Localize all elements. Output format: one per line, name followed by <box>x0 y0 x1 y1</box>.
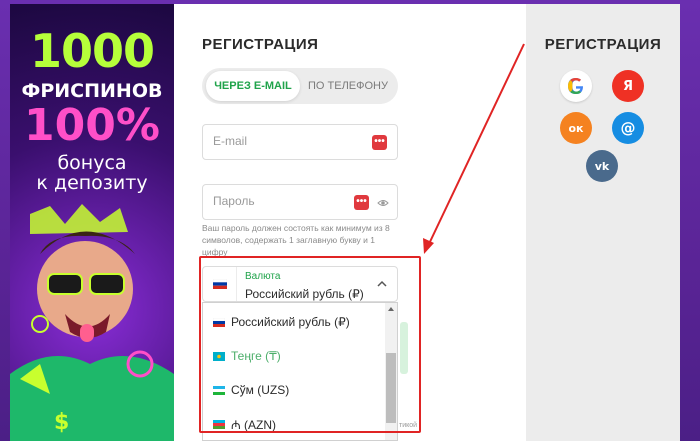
currency-select[interactable]: Валюта Российский рубль (₽) <box>202 266 398 302</box>
currency-option-label: Теңге (₸) <box>231 349 281 363</box>
currency-option-azn[interactable]: ₼ (AZN) <box>203 407 387 440</box>
az-flag-icon <box>213 419 225 429</box>
google-icon <box>568 78 583 94</box>
registration-method-tabs: ЧЕРЕЗ E-MAIL ПО ТЕЛЕФОНУ <box>202 68 398 104</box>
mail-icon: @ <box>620 119 636 137</box>
yandex-icon: Я <box>622 78 633 94</box>
mail-ru-button[interactable]: @ <box>612 112 644 144</box>
promo-bonus-percent: 100% <box>24 100 160 151</box>
currency-option-label: ₼ (AZN) <box>231 417 277 432</box>
odnoklassniki-button[interactable]: ок <box>560 112 592 144</box>
promo-banner[interactable]: 1000 ФРИСПИНОВ 100% бонуса к депозиту $ <box>10 4 174 441</box>
promo-freespins-count: 1000 <box>29 24 155 78</box>
vk-button[interactable]: vk <box>586 150 618 182</box>
promo-freespins-label: ФРИСПИНОВ <box>21 80 163 102</box>
ru-flag-icon <box>212 279 227 289</box>
password-manager-icon[interactable]: ••• <box>354 195 369 210</box>
show-password-eye-icon[interactable] <box>377 197 389 209</box>
currency-flag <box>203 267 237 301</box>
kz-flag-icon <box>213 351 225 361</box>
form-title: РЕГИСТРАЦИЯ <box>202 36 319 53</box>
currency-dropdown-list[interactable]: Российский рубль (₽) Теңге (₸) Сўм (UZS) <box>202 302 398 441</box>
social-registration-panel: РЕГИСТРАЦИЯ Я ок @ vk <box>526 4 680 441</box>
email-field[interactable]: ••• <box>202 124 398 160</box>
currency-option-rub[interactable]: Российский рубль (₽) <box>203 305 387 339</box>
svg-text:$: $ <box>54 410 69 435</box>
dropdown-scrollbar[interactable] <box>385 303 397 440</box>
tab-email[interactable]: ЧЕРЕЗ E-MAIL <box>206 71 300 101</box>
yandex-button[interactable]: Я <box>612 70 644 102</box>
promo-bonus-label: бонуса <box>57 152 127 174</box>
password-hint: Ваш пароль должен состоять как минимум и… <box>202 223 390 257</box>
promo-deposit-label: к депозиту <box>36 172 148 194</box>
vk-icon: vk <box>594 159 610 173</box>
password-manager-icon[interactable]: ••• <box>372 135 387 150</box>
tab-phone[interactable]: ПО ТЕЛЕФОНУ <box>300 71 396 101</box>
chevron-up-icon[interactable] <box>377 280 387 287</box>
hidden-submit-button-edge <box>400 322 408 374</box>
currency-selected-value: Российский рубль (₽) <box>245 287 364 301</box>
social-title: РЕГИСТРАЦИЯ <box>544 36 662 53</box>
promo-character-illustration: $ <box>10 204 174 441</box>
currency-option-label: Сўм (UZS) <box>231 383 290 397</box>
password-input[interactable] <box>213 194 353 208</box>
currency-option-kzt[interactable]: Теңге (₸) <box>203 339 387 373</box>
email-input[interactable] <box>213 134 353 148</box>
currency-option-uzs[interactable]: Сўм (UZS) <box>203 373 387 407</box>
uz-flag-icon <box>213 385 225 395</box>
registration-form-panel: РЕГИСТРАЦИЯ ЧЕРЕЗ E-MAIL ПО ТЕЛЕФОНУ •••… <box>174 4 526 441</box>
scrollbar-thumb[interactable] <box>386 353 396 423</box>
odnoklassniki-icon: ок <box>568 121 584 135</box>
google-button[interactable] <box>560 70 592 102</box>
currency-caption: Валюта <box>245 271 281 282</box>
terms-link-fragment: тикой <box>399 422 418 429</box>
scroll-up-arrow-icon[interactable] <box>387 305 395 313</box>
ru-flag-icon <box>213 317 225 327</box>
password-field[interactable]: ••• <box>202 184 398 220</box>
currency-option-label: Российский рубль (₽) <box>231 315 350 329</box>
